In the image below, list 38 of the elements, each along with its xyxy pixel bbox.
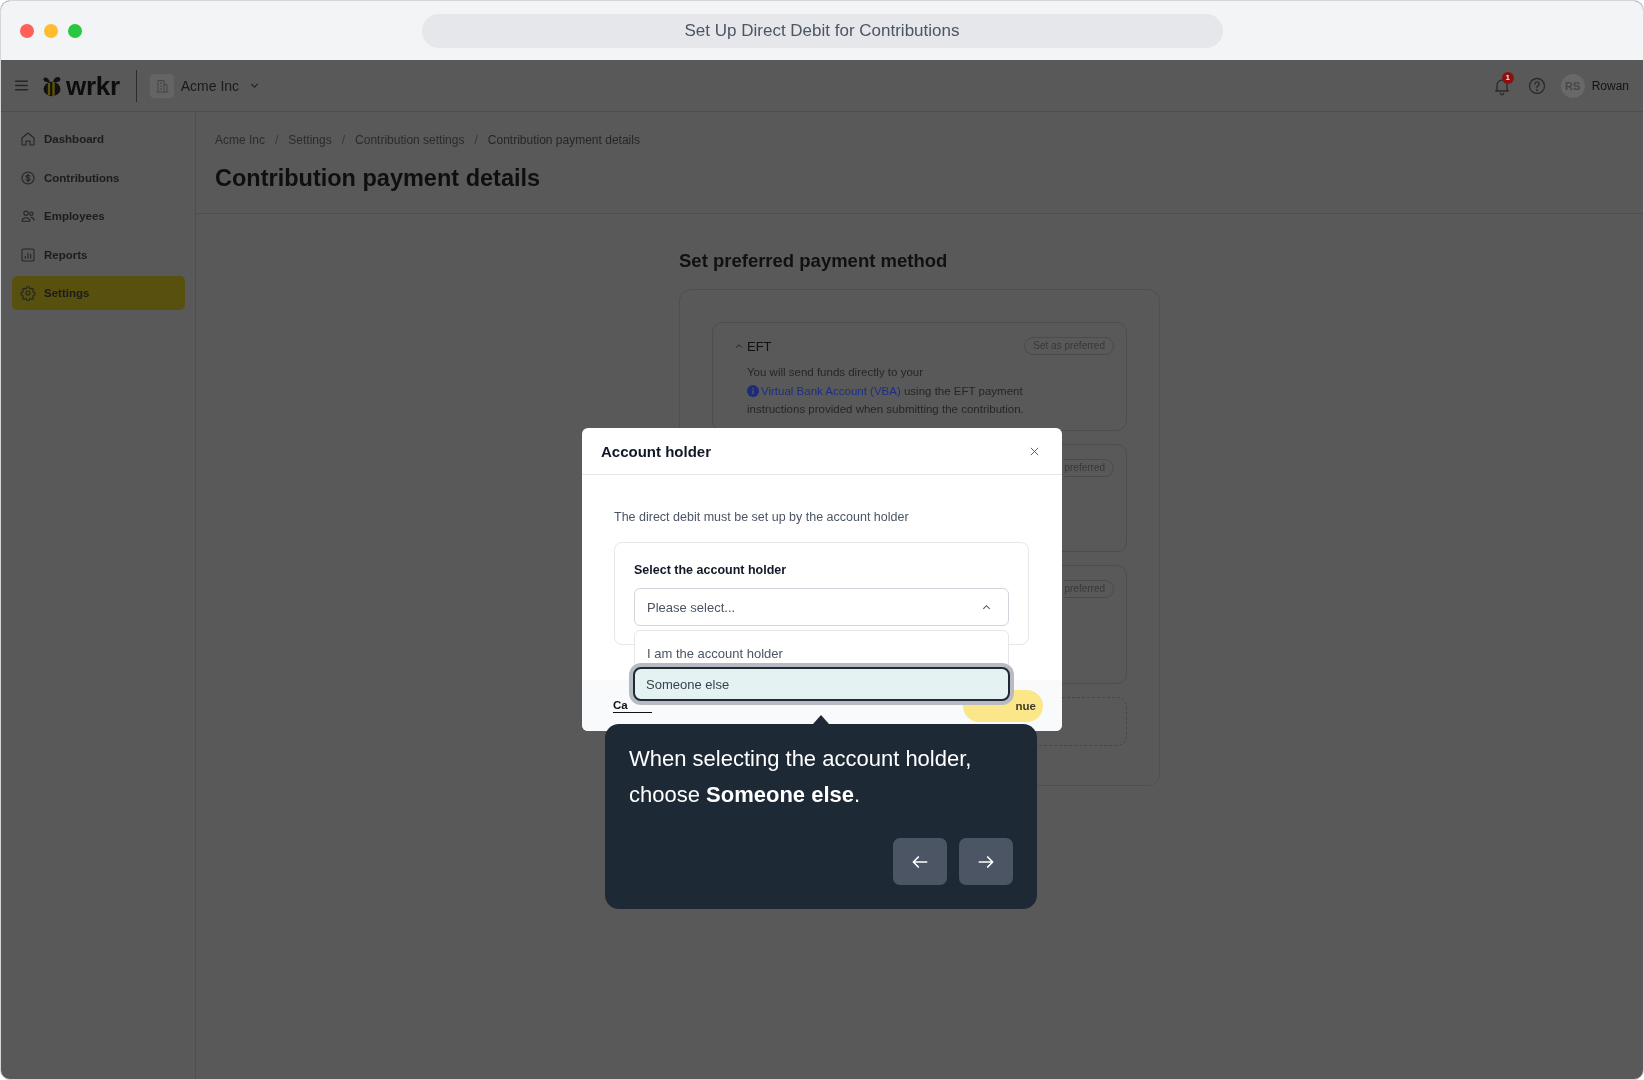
user-name[interactable]: Rowan: [1591, 78, 1629, 93]
nav-item[interactable]: Contributions: [12, 160, 185, 195]
gear-icon: [20, 285, 36, 301]
close-icon[interactable]: [1029, 445, 1040, 457]
company-switcher[interactable]: Acme Inc: [149, 73, 262, 98]
notification-badge: 1: [1501, 71, 1514, 84]
account-link[interactable]: Virtual Bank Account (VBA): [747, 384, 901, 397]
breadcrumb-separator: /: [474, 133, 478, 147]
help-icon[interactable]: [1526, 75, 1547, 96]
account-holder-select[interactable]: Please select...: [634, 588, 1009, 626]
breadcrumb-separator: /: [275, 133, 279, 147]
window-minimize-icon[interactable]: [44, 23, 58, 38]
field-label: Select the account holder: [634, 562, 788, 578]
section-title: Set preferred payment method: [679, 250, 949, 272]
window-maximize-icon[interactable]: [68, 23, 82, 38]
window-title: Set Up Direct Debit for Contributions: [421, 13, 1223, 48]
building-icon: [149, 73, 174, 98]
nav-item[interactable]: Settings: [12, 276, 185, 310]
cancel-link[interactable]: Ca: [613, 698, 652, 713]
next-button[interactable]: [959, 838, 1013, 885]
previous-button[interactable]: [893, 838, 947, 885]
window-close-icon[interactable]: [20, 23, 34, 38]
tooltip-text: When selecting the account holder, choose Someone else.: [629, 745, 973, 809]
home-icon: [20, 131, 36, 147]
nav-item[interactable]: Reports: [12, 237, 185, 272]
info-icon: [747, 384, 759, 397]
bar-chart-icon: [20, 246, 36, 263]
dialog-message: The direct debit must be set up by the account holder: [614, 509, 910, 525]
people-icon: [20, 208, 36, 224]
logo-wordmark[interactable]: wrkr: [66, 70, 120, 101]
caret-up-icon[interactable]: [734, 341, 744, 351]
dialog-title: Account holder: [601, 442, 711, 460]
page-title: Contribution payment details: [215, 164, 542, 192]
nav-item[interactable]: Employees: [12, 199, 185, 233]
method-title: EFT: [747, 338, 772, 354]
nav-item[interactable]: Dashboard: [12, 122, 185, 156]
dropdown-option[interactable]: I am the account holder: [635, 639, 1008, 667]
breadcrumb-separator: /: [341, 133, 346, 147]
